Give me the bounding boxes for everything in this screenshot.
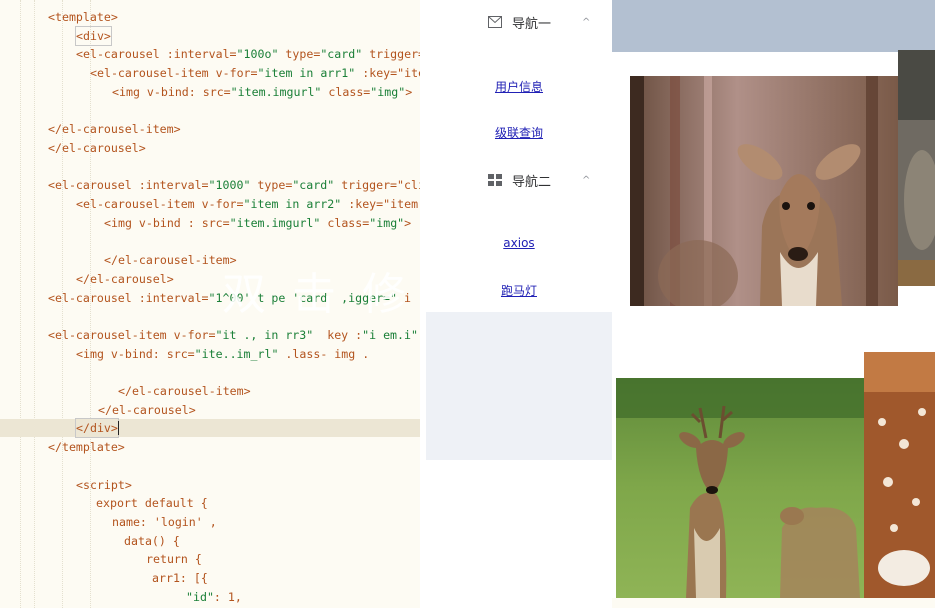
code-line: data() {	[0, 532, 420, 550]
code-text: <div>	[75, 25, 112, 46]
code-text: name: 'login' ,	[112, 514, 217, 529]
menu-group-nav2-label: 导航二	[512, 174, 552, 190]
code-text: "id": 1,	[186, 589, 242, 604]
code-line: <el-carousel-item v-for="item in arr1" :…	[0, 64, 420, 82]
menu-item-marquee[interactable]: 跑马灯	[426, 282, 612, 299]
menu-item-cascade-query[interactable]: 级联查询	[426, 124, 612, 141]
code-line: <el-carousel-item v-for="it ., in rr3" k…	[0, 326, 420, 344]
side-menu: 导航一 ^ 用户信息 级联查询 导航二 ^ axios 跑马灯	[426, 0, 612, 608]
chevron-up-icon: ^	[582, 16, 591, 28]
code-text: data() {	[124, 533, 180, 548]
code-line: </el-carousel>	[0, 270, 420, 288]
code-text: <script>	[76, 477, 132, 492]
code-text: <img v-bind: src="item.imgurl" class="im…	[112, 84, 413, 99]
code-text: </div>	[75, 418, 119, 439]
code-text: <el-carousel-item v-for="it ., in rr3" k…	[48, 327, 418, 342]
carousel-slide-next[interactable]	[864, 352, 935, 598]
code-line: </el-carousel>	[0, 401, 420, 419]
code-line: </el-carousel>	[0, 139, 420, 157]
code-line: <template>	[0, 8, 420, 26]
code-text: </template>	[48, 440, 125, 455]
footer-strip	[612, 598, 935, 608]
code-text: </el-carousel-item>	[118, 384, 251, 398]
code-text: <el-carousel :interval="100o" type="card…	[76, 47, 420, 62]
code-line: </el-carousel-item>	[0, 251, 420, 269]
code-text: </el-carousel>	[98, 402, 196, 417]
code-text: <el-carousel :interval="1000" type="card…	[48, 178, 420, 193]
code-text: return {	[146, 552, 202, 567]
code-line: export default {	[0, 494, 420, 512]
code-text: export default {	[96, 496, 208, 511]
deer-photo-2	[616, 378, 872, 598]
code-text: <el-carousel :interval="1^00' t pe 'card…	[48, 290, 411, 305]
code-text: arr1: [{	[152, 571, 208, 585]
carousel-slide-active[interactable]	[630, 76, 898, 306]
code-line: </template>	[0, 438, 420, 456]
code-text: <el-carousel-item v-for="item in arr1" :…	[90, 66, 420, 81]
deer-photo-1	[630, 76, 898, 306]
code-line: <el-carousel :interval="1^00' t pe 'card…	[0, 289, 420, 307]
code-line: "id": 1,	[0, 588, 420, 606]
code-text: </el-carousel>	[76, 271, 174, 286]
main-content	[612, 0, 935, 608]
code-line: <el-carousel :interval="100o" type="card…	[0, 45, 420, 63]
code-text: <img v-bind: src="ite..im_rl" .lass- img…	[76, 346, 370, 361]
code-line: <script>	[0, 476, 420, 494]
carousel-slide-active[interactable]	[616, 378, 872, 598]
code-line: </el-carousel-item>	[0, 382, 420, 400]
envelope-icon	[488, 16, 502, 28]
menu-group-nav1-label: 导航一	[512, 16, 552, 32]
code-line: <img v-bind: src="ite..im_rl" .lass- img…	[0, 345, 420, 363]
code-line: </el-carousel-item>	[0, 120, 420, 138]
code-text: </el-carousel-item>	[48, 122, 181, 137]
page-header	[612, 0, 935, 52]
menu-empty-area	[426, 312, 612, 460]
code-text: </el-carousel-item>	[104, 253, 237, 268]
code-line-current: </div>	[0, 418, 420, 439]
code-text: <el-carousel-item v-for="item in arr2" :…	[76, 197, 420, 211]
menu-footer-area	[426, 460, 612, 608]
menu-item-user-info[interactable]: 用户信息	[426, 78, 612, 95]
chevron-up-icon: ^	[582, 174, 591, 186]
code-line: <img v-bind: src="item.imgurl" class="im…	[0, 83, 420, 101]
code-line: <el-carousel-item v-for="item in arr2" :…	[0, 195, 420, 213]
code-line: arr1: [{	[0, 569, 420, 587]
text-cursor	[118, 421, 119, 436]
code-text: <img v-bind : src="item.imgurl" class="i…	[104, 215, 412, 230]
grid-icon	[488, 174, 502, 186]
carousel-slide-next[interactable]	[898, 50, 935, 286]
code-line: name: 'login' ,	[0, 513, 420, 531]
menu-group-nav1[interactable]: 导航一 ^	[426, 0, 612, 44]
code-line: <el-carousel :interval="1000" type="card…	[0, 176, 420, 194]
code-text: </el-carousel>	[48, 140, 146, 155]
menu-item-axios[interactable]: axios	[426, 236, 612, 250]
code-line: <div>	[0, 25, 420, 46]
code-text: <template>	[48, 10, 118, 24]
code-line: return {	[0, 550, 420, 568]
animal-photo-side	[898, 50, 935, 286]
menu-group-nav2[interactable]: 导航二 ^	[426, 158, 612, 202]
spotted-deer-photo	[864, 352, 935, 598]
code-editor[interactable]: <template> <div> <el-carousel :interval="1…	[0, 0, 420, 608]
code-line: <img v-bind : src="item.imgurl" class="i…	[0, 214, 420, 232]
